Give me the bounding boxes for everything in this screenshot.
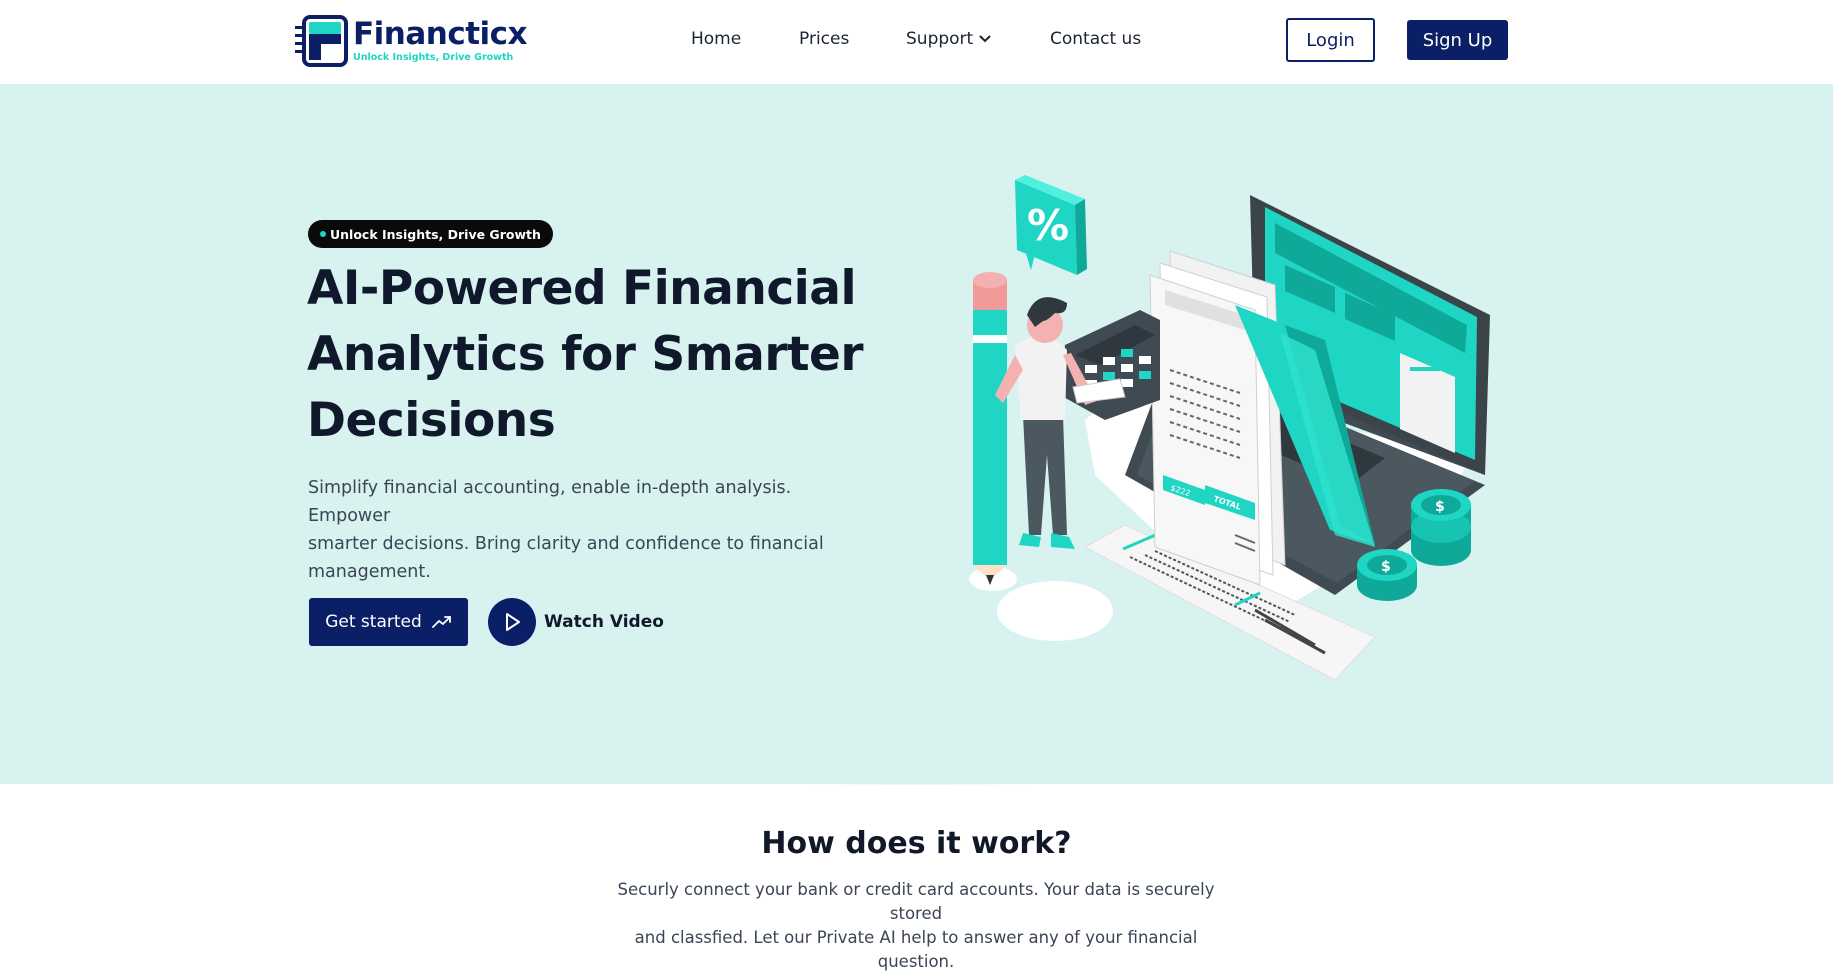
pencil-graphic: [973, 272, 1007, 585]
get-started-button[interactable]: Get started: [309, 598, 468, 646]
play-icon: [506, 613, 520, 631]
badge-dot: [320, 231, 326, 237]
section-subtitle: Securly connect your bank or credit card…: [616, 878, 1216, 974]
nav-item-support-label: Support: [906, 29, 974, 49]
floor-shadow: [997, 581, 1113, 641]
brand-tagline: Unlock Insights, Drive Growth: [353, 52, 514, 63]
section-subtitle-line: Securly connect your bank or credit card…: [617, 880, 1215, 923]
documents-graphic: $222 TOTAL: [1149, 250, 1286, 586]
hero-subtitle: Simplify financial accounting, enable in…: [308, 474, 848, 586]
play-button[interactable]: [488, 598, 536, 646]
get-started-label: Get started: [325, 612, 422, 632]
hero-subtitle-line: management.: [308, 562, 431, 582]
hero-bottom-curve: [0, 752, 1833, 785]
login-button[interactable]: Login: [1286, 18, 1375, 62]
hero-title-line: Decisions: [307, 393, 556, 448]
nav-item-home[interactable]: Home: [691, 28, 741, 50]
percent-bubble-graphic: %: [1015, 175, 1087, 275]
hero-subtitle-line: Simplify financial accounting, enable in…: [308, 478, 792, 526]
brand-text: Financticx Unlock Insights, Drive Growth: [353, 16, 528, 64]
section-subtitle-line: and classfied. Let our Private AI help t…: [634, 928, 1198, 971]
watch-video-button[interactable]: Watch Video: [488, 598, 664, 646]
hero-subtitle-line: smarter decisions. Bring clarity and con…: [308, 534, 824, 554]
nav-item-contact[interactable]: Contact us: [1050, 28, 1141, 50]
hero-badge: Unlock Insights, Drive Growth: [308, 220, 553, 248]
hero-illustration: $222 TOTAL % $ $: [969, 175, 1490, 681]
coin-dollar-symbol: $: [1381, 559, 1391, 575]
coin-dollar-symbol: $: [1435, 499, 1445, 515]
site-header: Financticx Unlock Insights, Drive Growth…: [0, 0, 1833, 84]
chevron-down-icon: [979, 35, 991, 43]
brand-name: Financticx: [353, 16, 528, 52]
brand-logo[interactable]: Financticx Unlock Insights, Drive Growth: [293, 13, 528, 69]
watch-video-label: Watch Video: [544, 612, 664, 632]
section-title: How does it work?: [761, 826, 1072, 861]
nav-item-support[interactable]: Support: [906, 28, 991, 50]
hero-badge-label: Unlock Insights, Drive Growth: [330, 226, 541, 242]
hero-title-line: AI-Powered Financial: [307, 261, 857, 316]
nav-item-prices[interactable]: Prices: [799, 28, 849, 50]
signup-button[interactable]: Sign Up: [1407, 20, 1508, 60]
trending-up-icon: [431, 616, 451, 628]
hero-section: [0, 84, 1833, 784]
logo-mark-icon: [295, 15, 348, 67]
percent-symbol: %: [1027, 201, 1069, 250]
hero-title: AI-Powered Financial Analytics for Smart…: [307, 256, 867, 454]
hero-title-line: Analytics for Smarter: [307, 327, 864, 382]
